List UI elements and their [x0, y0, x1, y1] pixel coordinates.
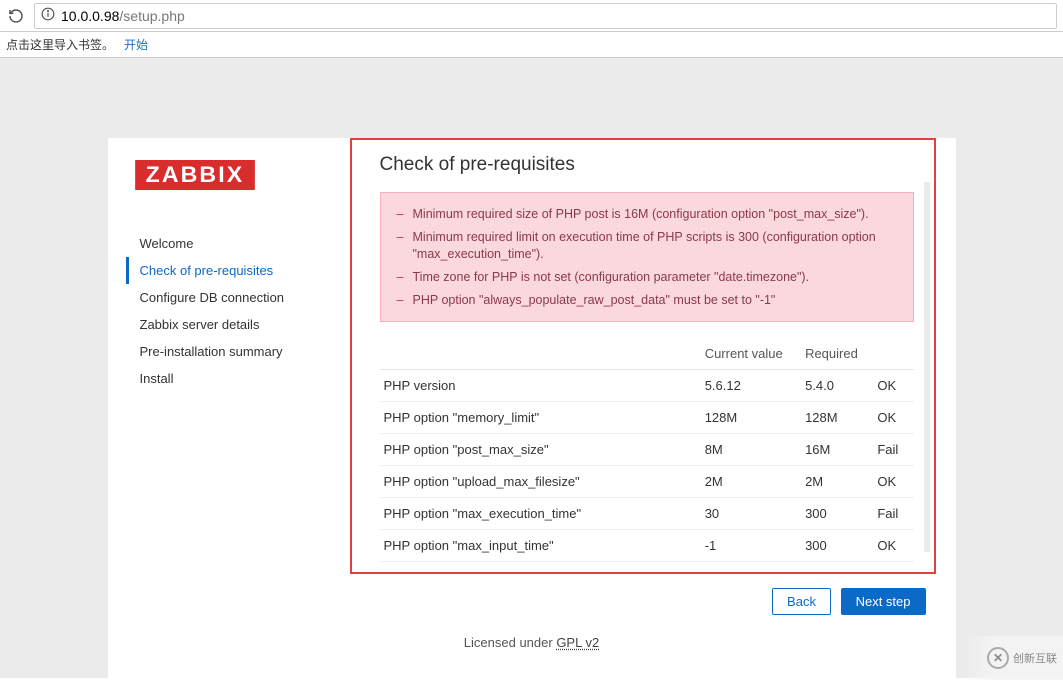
cell-required: 5.4.0 — [801, 370, 873, 402]
page-background: ZABBIX WelcomeCheck of pre-requisitesCon… — [0, 58, 1063, 678]
col-current: Current value — [701, 338, 801, 370]
scrollbar[interactable] — [924, 182, 930, 552]
nav-item[interactable]: Pre-installation summary — [138, 338, 350, 365]
table-row: PHP option "upload_max_filesize"2M2MOK — [380, 466, 914, 498]
watermark: ✕ 创新互联 — [963, 636, 1063, 680]
page-title: Check of pre-requisites — [380, 154, 914, 176]
license-footer: Licensed under GPL v2 — [128, 623, 936, 654]
nav-item[interactable]: Install — [138, 365, 350, 392]
info-icon — [41, 7, 55, 24]
cell-required: 300 — [801, 498, 873, 530]
nav-item[interactable]: Zabbix server details — [138, 311, 350, 338]
requirements-table: Current value Required PHP version5.6.12… — [380, 338, 914, 562]
table-row: PHP option "max_input_time"-1300OK — [380, 530, 914, 562]
cell-required: 16M — [801, 434, 873, 466]
main-panel: Check of pre-requisites Minimum required… — [350, 138, 936, 574]
cell-required: 300 — [801, 530, 873, 562]
cell-status: OK — [873, 466, 913, 498]
cell-name: PHP option "memory_limit" — [380, 402, 701, 434]
cell-status: OK — [873, 370, 913, 402]
footer-buttons: Back Next step — [128, 574, 936, 623]
col-required: Required — [801, 338, 873, 370]
address-bar[interactable]: 10.0.0.98/setup.php — [34, 3, 1057, 29]
zabbix-logo: ZABBIX — [135, 160, 255, 190]
cell-name: PHP option "max_execution_time" — [380, 498, 701, 530]
table-row: PHP option "max_execution_time"30300Fail — [380, 498, 914, 530]
table-row: PHP option "memory_limit"128M128MOK — [380, 402, 914, 434]
cell-current: 30 — [701, 498, 801, 530]
cell-current: 2M — [701, 466, 801, 498]
cell-name: PHP option "upload_max_filesize" — [380, 466, 701, 498]
cell-current: 8M — [701, 434, 801, 466]
table-row: PHP option "post_max_size"8M16MFail — [380, 434, 914, 466]
license-link[interactable]: GPL v2 — [556, 635, 599, 650]
watermark-icon: ✕ — [987, 647, 1009, 669]
warning-item: Minimum required size of PHP post is 16M… — [395, 203, 899, 226]
cell-current: -1 — [701, 530, 801, 562]
back-button[interactable]: Back — [772, 588, 831, 615]
warning-item: Time zone for PHP is not set (configurat… — [395, 266, 899, 289]
setup-nav: WelcomeCheck of pre-requisitesConfigure … — [138, 230, 350, 392]
table-row: PHP version5.6.125.4.0OK — [380, 370, 914, 402]
nav-item[interactable]: Check of pre-requisites — [126, 257, 350, 284]
license-text: Licensed under — [464, 635, 557, 650]
next-step-button[interactable]: Next step — [841, 588, 926, 615]
watermark-text: 创新互联 — [1013, 650, 1057, 666]
cell-name: PHP option "max_input_time" — [380, 530, 701, 562]
bookmarks-bar: 点击这里导入书签。 开始 — [0, 32, 1063, 58]
cell-name: PHP version — [380, 370, 701, 402]
bookmark-hint: 点击这里导入书签。 — [6, 36, 114, 53]
cell-required: 2M — [801, 466, 873, 498]
bookmark-start-link[interactable]: 开始 — [124, 36, 148, 53]
nav-item[interactable]: Welcome — [138, 230, 350, 257]
warning-item: PHP option "always_populate_raw_post_dat… — [395, 289, 899, 312]
cell-current: 128M — [701, 402, 801, 434]
warning-item: Minimum required limit on execution time… — [395, 226, 899, 266]
browser-toolbar: 10.0.0.98/setup.php — [0, 0, 1063, 32]
sidebar: ZABBIX WelcomeCheck of pre-requisitesCon… — [128, 138, 350, 574]
nav-item[interactable]: Configure DB connection — [138, 284, 350, 311]
reload-icon[interactable] — [6, 6, 26, 26]
cell-status: OK — [873, 402, 913, 434]
setup-card: ZABBIX WelcomeCheck of pre-requisitesCon… — [108, 138, 956, 678]
col-status — [873, 338, 913, 370]
url-text: 10.0.0.98/setup.php — [61, 8, 185, 24]
cell-status: Fail — [873, 498, 913, 530]
cell-status: OK — [873, 530, 913, 562]
cell-required: 128M — [801, 402, 873, 434]
cell-name: PHP option "post_max_size" — [380, 434, 701, 466]
cell-current: 5.6.12 — [701, 370, 801, 402]
cell-status: Fail — [873, 434, 913, 466]
warning-box: Minimum required size of PHP post is 16M… — [380, 192, 914, 322]
col-name — [380, 338, 701, 370]
